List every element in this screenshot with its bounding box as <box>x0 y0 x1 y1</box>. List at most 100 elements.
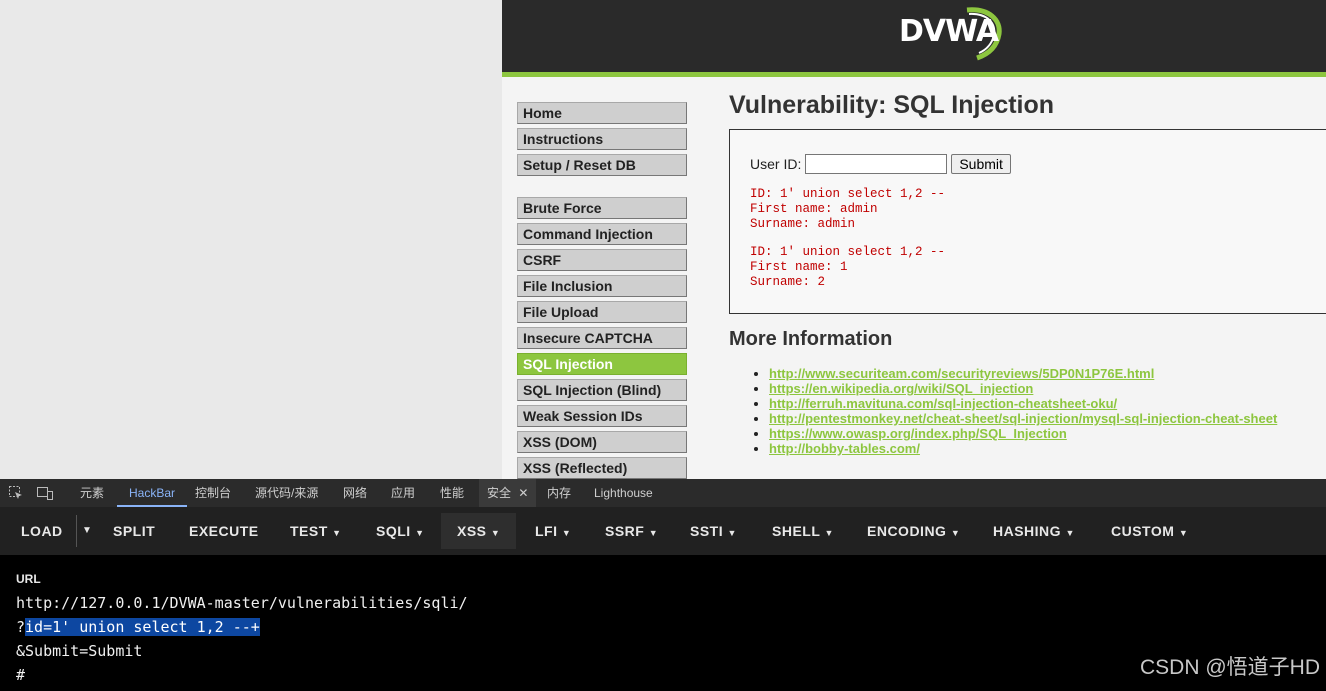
custom-menu[interactable]: CUSTOM ▼ <box>1111 513 1188 549</box>
devtools-tab-bar: 元素 HackBar 控制台 源代码/来源 网络 应用 性能 安全 ✕ 内存 L… <box>0 479 1326 508</box>
chevron-down-icon: ▼ <box>648 528 659 538</box>
hashing-label: HASHING <box>993 523 1062 539</box>
header-accent-bar <box>502 72 1326 77</box>
result-first-name: First name: admin <box>750 202 878 216</box>
chevron-down-icon: ▼ <box>824 528 834 538</box>
menu-item-file-upload[interactable]: File Upload <box>517 301 687 323</box>
split-button[interactable]: SPLIT <box>113 513 155 549</box>
url-line-2[interactable]: ?id=1' union select 1,2 --+ <box>16 617 260 637</box>
list-item: http://ferruh.mavituna.com/sql-injection… <box>769 396 1277 411</box>
dvwa-page: DVWA Home Instructions Setup / Reset DB … <box>502 0 1326 479</box>
dvwa-header: DVWA <box>502 0 1326 77</box>
main-content: Vulnerability: SQL Injection User ID: Su… <box>729 88 1326 456</box>
list-item: http://pentestmonkey.net/cheat-sheet/sql… <box>769 411 1277 426</box>
hackbar-toolbar: LOAD ▼ SPLIT EXECUTE TEST ▼ SQLI ▼ XSS ▼… <box>0 507 1326 555</box>
url-line-1[interactable]: http://127.0.0.1/DVWA-master/vulnerabili… <box>16 593 468 613</box>
menu-item-brute-force[interactable]: Brute Force <box>517 197 687 219</box>
list-item: https://www.owasp.org/index.php/SQL_Inje… <box>769 426 1277 441</box>
sidebar-menu: Home Instructions Setup / Reset DB Brute… <box>517 102 689 479</box>
menu-item-xss-dom[interactable]: XSS (DOM) <box>517 431 687 453</box>
test-menu[interactable]: TEST ▼ <box>290 513 342 549</box>
inspect-element-icon[interactable] <box>8 485 24 504</box>
menu-item-setup[interactable]: Setup / Reset DB <box>517 154 687 176</box>
chevron-down-icon: ▼ <box>1178 528 1189 538</box>
vulnerable-code-area: User ID: Submit ID: 1' union select 1,2 … <box>729 129 1326 314</box>
result-block-2: ID: 1' union select 1,2 -- First name: 1… <box>750 245 945 290</box>
url-query-prefix: ? <box>16 618 26 636</box>
info-link[interactable]: http://www.securiteam.com/securityreview… <box>769 366 1154 381</box>
tab-security-label: 安全 <box>487 486 512 500</box>
xss-label: XSS <box>457 523 487 539</box>
tab-console[interactable]: 控制台 <box>195 479 231 507</box>
load-dropdown-icon[interactable]: ▼ <box>82 513 92 549</box>
url-line-3[interactable]: &Submit=Submit <box>16 641 142 661</box>
result-id: ID: 1' union select 1,2 -- <box>750 187 946 201</box>
menu-item-sql-injection[interactable]: SQL Injection <box>517 353 687 375</box>
list-item: https://en.wikipedia.org/wiki/SQL_inject… <box>769 381 1277 396</box>
load-button[interactable]: LOAD <box>21 513 63 549</box>
shell-menu[interactable]: SHELL ▼ <box>772 513 834 549</box>
tab-lighthouse[interactable]: Lighthouse <box>594 479 653 507</box>
menu-item-xss-reflected[interactable]: XSS (Reflected) <box>517 457 687 479</box>
shell-label: SHELL <box>772 523 821 539</box>
info-link[interactable]: http://ferruh.mavituna.com/sql-injection… <box>769 396 1117 411</box>
hashing-menu[interactable]: HASHING ▼ <box>993 513 1075 549</box>
encoding-menu[interactable]: ENCODING ▼ <box>867 513 960 549</box>
blank-browser-area <box>0 0 502 479</box>
menu-item-csrf[interactable]: CSRF <box>517 249 687 271</box>
info-link[interactable]: https://www.owasp.org/index.php/SQL_Inje… <box>769 426 1067 441</box>
result-id: ID: 1' union select 1,2 -- <box>750 245 946 259</box>
url-editor[interactable]: URL http://127.0.0.1/DVWA-master/vulnera… <box>0 555 1326 691</box>
tab-performance[interactable]: 性能 <box>440 479 464 507</box>
list-item: http://bobby-tables.com/ <box>769 441 1277 456</box>
dvwa-logo: DVWA <box>897 4 1007 64</box>
result-surname: Surname: admin <box>750 217 856 231</box>
ssrf-label: SSRF <box>605 523 645 539</box>
menu-item-weak-session-ids[interactable]: Weak Session IDs <box>517 405 687 427</box>
lfi-menu[interactable]: LFI ▼ <box>535 513 571 549</box>
menu-item-command-injection[interactable]: Command Injection <box>517 223 687 245</box>
custom-label: CUSTOM <box>1111 523 1175 539</box>
tab-elements[interactable]: 元素 <box>80 479 104 507</box>
chevron-down-icon: ▼ <box>561 528 572 538</box>
encoding-label: ENCODING <box>867 523 947 539</box>
tab-network[interactable]: 网络 <box>343 479 367 507</box>
userid-form: User ID: Submit <box>750 154 1011 174</box>
chevron-down-icon: ▼ <box>490 528 501 538</box>
info-link[interactable]: https://en.wikipedia.org/wiki/SQL_inject… <box>769 381 1033 396</box>
tab-application[interactable]: 应用 <box>391 479 415 507</box>
info-link[interactable]: http://bobby-tables.com/ <box>769 441 920 456</box>
result-block-1: ID: 1' union select 1,2 -- First name: a… <box>750 187 945 232</box>
url-label: URL <box>16 572 41 586</box>
ssrf-menu[interactable]: SSRF ▼ <box>605 513 658 549</box>
csdn-watermark: CSDN @悟道子HD <box>1140 656 1320 679</box>
menu-item-sql-injection-blind[interactable]: SQL Injection (Blind) <box>517 379 687 401</box>
menu-item-instructions[interactable]: Instructions <box>517 128 687 150</box>
menu-item-file-inclusion[interactable]: File Inclusion <box>517 275 687 297</box>
device-toolbar-icon[interactable] <box>36 485 54 504</box>
more-info-heading: More Information <box>729 328 893 350</box>
menu-item-insecure-captcha[interactable]: Insecure CAPTCHA <box>517 327 687 349</box>
chevron-down-icon: ▼ <box>332 528 342 538</box>
tab-sources[interactable]: 源代码/来源 <box>255 479 318 507</box>
url-selected-text: id=1' union select 1,2 --+ <box>25 618 260 636</box>
url-line-4[interactable]: # <box>16 665 25 685</box>
menu-gap <box>517 180 689 197</box>
userid-input[interactable] <box>805 154 948 174</box>
execute-button[interactable]: EXECUTE <box>189 513 259 549</box>
info-link[interactable]: http://pentestmonkey.net/cheat-sheet/sql… <box>769 411 1277 426</box>
toolbar-divider <box>76 515 77 547</box>
submit-button[interactable]: Submit <box>951 154 1011 174</box>
tab-hackbar[interactable]: HackBar <box>117 479 188 507</box>
tab-security[interactable]: 安全 ✕ <box>479 479 537 507</box>
close-icon[interactable]: ✕ <box>518 486 528 500</box>
ssti-label: SSTI <box>690 523 724 539</box>
menu-item-home[interactable]: Home <box>517 102 687 124</box>
xss-menu[interactable]: XSS ▼ <box>441 513 517 549</box>
chevron-down-icon: ▼ <box>950 528 961 538</box>
sqli-menu[interactable]: SQLI ▼ <box>376 513 424 549</box>
sqli-label: SQLI <box>376 523 411 539</box>
tab-memory[interactable]: 内存 <box>547 479 571 507</box>
list-item: http://www.securiteam.com/securityreview… <box>769 366 1277 381</box>
ssti-menu[interactable]: SSTI ▼ <box>690 513 737 549</box>
